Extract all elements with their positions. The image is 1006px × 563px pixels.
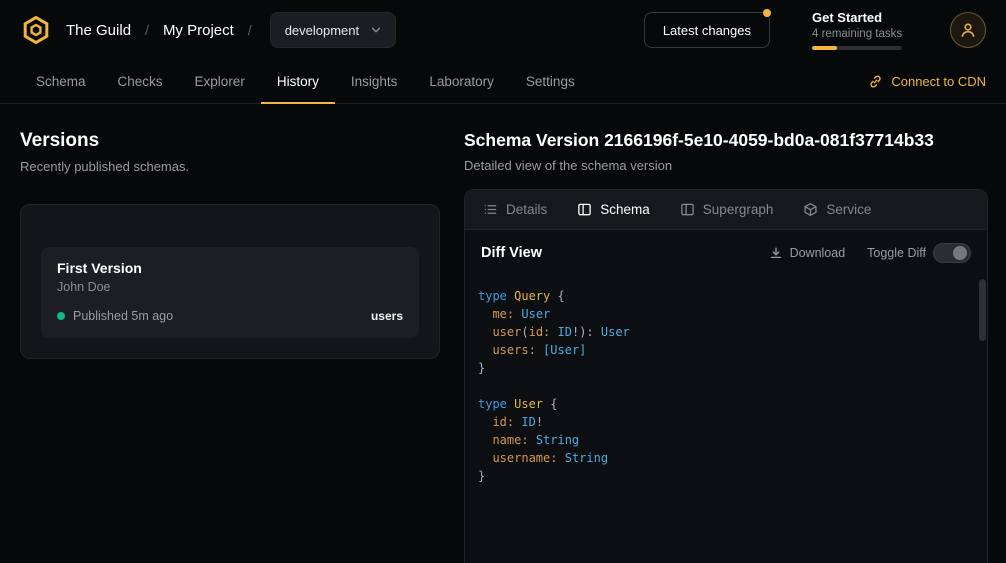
version-status-text: Published 5m ago [73, 309, 173, 323]
latest-changes-button[interactable]: Latest changes [644, 12, 770, 48]
code-line: id: ID! [478, 413, 967, 431]
latest-changes-label: Latest changes [663, 23, 751, 38]
detail-tabs: Details Schema [465, 190, 987, 230]
toggle-diff-label: Toggle Diff [867, 246, 926, 260]
tab-insights[interactable]: Insights [335, 60, 414, 104]
get-started-progress [812, 46, 902, 50]
versions-panel: Versions Recently published schemas. Fir… [20, 130, 440, 563]
detail-tab-details[interactable]: Details [483, 202, 547, 217]
scrollbar-thumb[interactable] [979, 279, 986, 341]
download-icon [769, 246, 783, 260]
detail-tab-schema-label: Schema [600, 202, 650, 217]
code-line: name: String [478, 431, 967, 449]
breadcrumb-separator: / [248, 22, 252, 38]
versions-card: First Version John Doe Published 5m ago … [20, 204, 440, 359]
code-line: type Query { [478, 287, 967, 305]
version-detail-title: Schema Version 2166196f-5e10-4059-bd0a-0… [464, 130, 988, 151]
main-content: Versions Recently published schemas. Fir… [0, 104, 1006, 563]
person-icon [959, 21, 977, 39]
hive-logo-icon[interactable] [20, 14, 52, 46]
toggle-knob [953, 246, 967, 260]
version-status: Published 5m ago [57, 309, 173, 323]
detail-tab-service[interactable]: Service [803, 202, 871, 217]
code-line [478, 377, 967, 395]
get-started-title: Get Started [812, 10, 908, 25]
breadcrumb-project[interactable]: My Project [163, 22, 234, 39]
diff-actions: Download Toggle Diff [769, 243, 971, 263]
breadcrumb-separator: / [145, 22, 149, 38]
code-line: me: User [478, 305, 967, 323]
diff-view-header: Diff View Download Toggle Diff [465, 230, 987, 276]
link-icon [868, 74, 883, 89]
notification-dot [763, 9, 771, 17]
nav-tabs: Schema Checks Explorer History Insights … [20, 60, 591, 103]
header: The Guild / My Project / development Lat… [0, 0, 1006, 60]
target-select[interactable]: development [270, 12, 396, 48]
versions-subtitle: Recently published schemas. [20, 159, 440, 174]
project-navbar: Schema Checks Explorer History Insights … [0, 60, 1006, 104]
version-author: John Doe [57, 280, 403, 294]
versions-title: Versions [20, 130, 440, 152]
target-select-value: development [285, 23, 359, 38]
tab-explorer[interactable]: Explorer [179, 60, 261, 104]
version-service-badge: users [371, 309, 403, 323]
diff-view-title: Diff View [481, 245, 542, 261]
download-button[interactable]: Download [769, 246, 846, 260]
tab-laboratory[interactable]: Laboratory [413, 60, 510, 104]
tab-schema[interactable]: Schema [20, 60, 102, 104]
chevron-down-icon [369, 23, 383, 37]
header-right: Latest changes Get Started 4 remaining t… [644, 10, 986, 50]
connect-to-cdn-button[interactable]: Connect to CDN [868, 60, 986, 103]
header-left: The Guild / My Project / development [20, 12, 396, 48]
version-detail-card: Details Schema [464, 189, 988, 563]
detail-tab-details-label: Details [506, 202, 547, 217]
progress-fill [812, 46, 837, 50]
toggle-diff-switch[interactable] [933, 243, 971, 263]
connect-to-cdn-label: Connect to CDN [891, 74, 986, 89]
code-line: user(id: ID!): User [478, 323, 967, 341]
detail-tab-service-label: Service [826, 202, 871, 217]
box-icon [803, 202, 818, 217]
columns-icon [680, 202, 695, 217]
detail-tab-supergraph-label: Supergraph [703, 202, 774, 217]
get-started-remaining: 4 remaining tasks [812, 28, 908, 40]
detail-tab-schema[interactable]: Schema [577, 202, 650, 217]
user-avatar[interactable] [950, 12, 986, 48]
code-line: type User { [478, 395, 967, 413]
version-list-item[interactable]: First Version John Doe Published 5m ago … [41, 247, 419, 338]
breadcrumb: The Guild / My Project / development [66, 12, 396, 48]
version-detail-panel: Schema Version 2166196f-5e10-4059-bd0a-0… [464, 130, 988, 563]
version-name: First Version [57, 260, 403, 276]
published-status-dot [57, 312, 65, 320]
version-item-footer: Published 5m ago users [57, 309, 403, 323]
get-started-widget[interactable]: Get Started 4 remaining tasks [812, 10, 908, 50]
code-line: } [478, 467, 967, 485]
app-window: The Guild / My Project / development Lat… [0, 0, 1006, 563]
version-detail-subtitle: Detailed view of the schema version [464, 158, 988, 173]
code-line: username: String [478, 449, 967, 467]
list-icon [483, 202, 498, 217]
schema-code-viewer[interactable]: type Query { me: User user(id: ID!): Use… [465, 276, 987, 563]
code-line: } [478, 359, 967, 377]
columns-icon [577, 202, 592, 217]
detail-tab-supergraph[interactable]: Supergraph [680, 202, 774, 217]
tab-settings[interactable]: Settings [510, 60, 591, 104]
download-label: Download [790, 246, 846, 260]
tab-checks[interactable]: Checks [102, 60, 179, 104]
breadcrumb-org[interactable]: The Guild [66, 22, 131, 39]
tab-history[interactable]: History [261, 60, 335, 104]
code-line: users: [User] [478, 341, 967, 359]
toggle-diff-control: Toggle Diff [867, 243, 971, 263]
code-content: type Query { me: User user(id: ID!): Use… [478, 287, 967, 485]
vertical-scrollbar[interactable] [978, 276, 987, 563]
